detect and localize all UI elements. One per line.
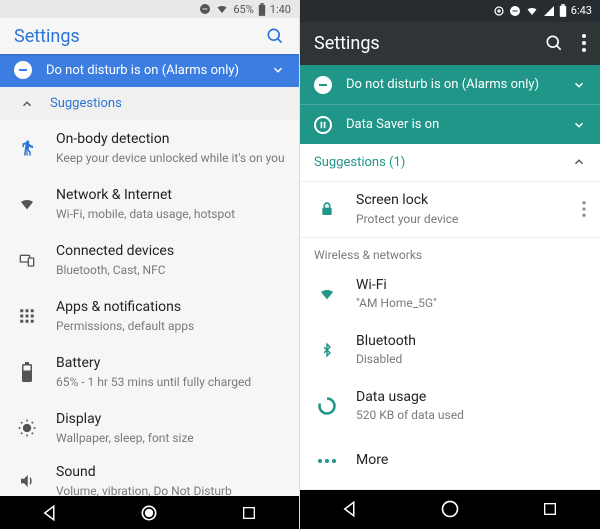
item-sub: Wi-Fi, mobile, data usage, hotspot bbox=[56, 207, 285, 221]
item-sub: 520 KB of data used bbox=[356, 408, 586, 422]
minus-circle-icon bbox=[14, 61, 32, 79]
suggestions-header[interactable]: Suggestions bbox=[0, 87, 299, 120]
page-title: Settings bbox=[14, 26, 265, 47]
suggestions-label: Suggestions bbox=[50, 96, 122, 111]
chevron-down-icon bbox=[572, 118, 586, 132]
item-title: Bluetooth bbox=[356, 333, 586, 351]
item-sub: Permissions, default apps bbox=[56, 319, 285, 333]
chevron-up-icon bbox=[572, 155, 586, 169]
item-sub: Disabled bbox=[356, 352, 586, 366]
nav-bar bbox=[300, 490, 600, 529]
item-title: Data usage bbox=[356, 389, 586, 407]
item-sub: Wallpaper, sleep, font size bbox=[56, 431, 285, 445]
app-bar: Settings bbox=[0, 18, 299, 54]
item-sub: Bluetooth, Cast, NFC bbox=[56, 263, 285, 277]
bluetooth-icon bbox=[314, 340, 340, 360]
display-item[interactable]: Display Wallpaper, sleep, font size bbox=[0, 400, 299, 456]
item-sub: 65% - 1 hr 53 mins until fully charged bbox=[56, 375, 285, 389]
back-button[interactable] bbox=[30, 499, 70, 527]
apps-grid-icon bbox=[14, 307, 40, 325]
chevron-down-icon bbox=[572, 78, 586, 92]
item-title: Display bbox=[56, 411, 285, 429]
data-saver-banner-text: Data Saver is on bbox=[346, 117, 572, 132]
item-sub: "AM Home_5G" bbox=[356, 296, 586, 310]
data-usage-icon bbox=[314, 396, 340, 416]
clock: 6:43 bbox=[571, 4, 592, 17]
chevron-up-icon bbox=[14, 97, 40, 111]
search-icon[interactable] bbox=[265, 26, 285, 46]
signal-status-icon bbox=[543, 5, 555, 17]
home-button[interactable] bbox=[430, 495, 470, 523]
suggestion-sub: Protect your device bbox=[356, 212, 574, 226]
dnd-status-icon bbox=[509, 5, 521, 17]
suggestions-label: Suggestions (1) bbox=[314, 155, 405, 170]
suggestion-sub: Keep your device unlocked while it's on … bbox=[56, 151, 285, 165]
dnd-banner-text: Do not disturb is on (Alarms only) bbox=[346, 77, 572, 92]
brightness-icon bbox=[14, 418, 40, 438]
devices-icon bbox=[14, 252, 40, 268]
item-title: Network & Internet bbox=[56, 187, 285, 205]
network-internet-item[interactable]: Network & Internet Wi-Fi, mobile, data u… bbox=[0, 176, 299, 232]
settings-screen-left: 65% 1:40 Settings Do not disturb is on (… bbox=[0, 0, 300, 529]
battery-status-icon bbox=[559, 4, 567, 17]
item-title: Battery bbox=[56, 355, 285, 373]
dnd-banner-text: Do not disturb is on (Alarms only) bbox=[46, 63, 271, 78]
back-button[interactable] bbox=[330, 495, 370, 523]
wifi-icon bbox=[314, 286, 340, 302]
dnd-banner[interactable]: Do not disturb is on (Alarms only) bbox=[300, 65, 600, 104]
item-title: Connected devices bbox=[56, 243, 285, 261]
dnd-banner[interactable]: Do not disturb is on (Alarms only) bbox=[0, 54, 299, 87]
settings-screen-right: 6:43 Settings Do not disturb is on (Alar… bbox=[300, 0, 600, 529]
chevron-down-icon bbox=[271, 63, 285, 77]
recents-button[interactable] bbox=[229, 499, 269, 527]
status-bar: 65% 1:40 bbox=[0, 0, 299, 18]
item-title: More bbox=[356, 452, 586, 470]
lock-icon bbox=[314, 199, 340, 219]
suggestion-card[interactable]: On-body detection Keep your device unloc… bbox=[0, 120, 299, 176]
nav-bar bbox=[0, 496, 299, 529]
overflow-menu-icon[interactable] bbox=[574, 201, 586, 217]
app-bar: Settings bbox=[300, 22, 600, 65]
item-title: Wi-Fi bbox=[356, 277, 586, 295]
clock: 1:40 bbox=[270, 3, 291, 16]
suggestion-title: On-body detection bbox=[56, 131, 285, 149]
page-title: Settings bbox=[314, 33, 544, 54]
suggestion-card[interactable]: Screen lock Protect your device bbox=[300, 182, 600, 238]
sound-item[interactable]: Sound Volume, vibration, Do Not Disturb bbox=[0, 456, 299, 496]
status-bar: 6:43 bbox=[300, 0, 600, 22]
section-label: Wireless & networks bbox=[300, 238, 600, 266]
wifi-icon bbox=[14, 196, 40, 212]
search-icon[interactable] bbox=[544, 33, 564, 53]
suggestion-title: Screen lock bbox=[356, 192, 574, 210]
battery-icon bbox=[14, 362, 40, 382]
data-usage-item[interactable]: Data usage 520 KB of data used bbox=[300, 378, 600, 434]
item-title: Apps & notifications bbox=[56, 299, 285, 317]
suggestions-header[interactable]: Suggestions (1) bbox=[300, 144, 600, 182]
home-button[interactable] bbox=[129, 499, 169, 527]
overflow-menu-icon[interactable] bbox=[582, 34, 586, 52]
minus-circle-icon bbox=[314, 76, 332, 94]
data-saver-banner[interactable]: Data Saver is on bbox=[300, 104, 600, 143]
battery-pct: 65% bbox=[233, 3, 253, 16]
data-saver-status-icon bbox=[493, 5, 505, 17]
apps-notifications-item[interactable]: Apps & notifications Permissions, defaul… bbox=[0, 288, 299, 344]
battery-item[interactable]: Battery 65% - 1 hr 53 mins until fully c… bbox=[0, 344, 299, 400]
wifi-status-icon bbox=[215, 3, 229, 15]
dnd-status-icon bbox=[199, 3, 211, 15]
battery-status-icon bbox=[258, 3, 266, 16]
pause-circle-icon bbox=[314, 116, 332, 134]
bluetooth-item[interactable]: Bluetooth Disabled bbox=[300, 322, 600, 378]
recents-button[interactable] bbox=[530, 495, 570, 523]
item-title: Sound bbox=[56, 464, 285, 482]
more-item[interactable]: More bbox=[300, 434, 600, 490]
more-horizontal-icon bbox=[314, 458, 340, 464]
volume-icon bbox=[14, 472, 40, 490]
connected-devices-item[interactable]: Connected devices Bluetooth, Cast, NFC bbox=[0, 232, 299, 288]
wifi-status-icon bbox=[525, 5, 539, 17]
walking-icon bbox=[14, 137, 40, 159]
wifi-item[interactable]: Wi-Fi "AM Home_5G" bbox=[300, 266, 600, 322]
